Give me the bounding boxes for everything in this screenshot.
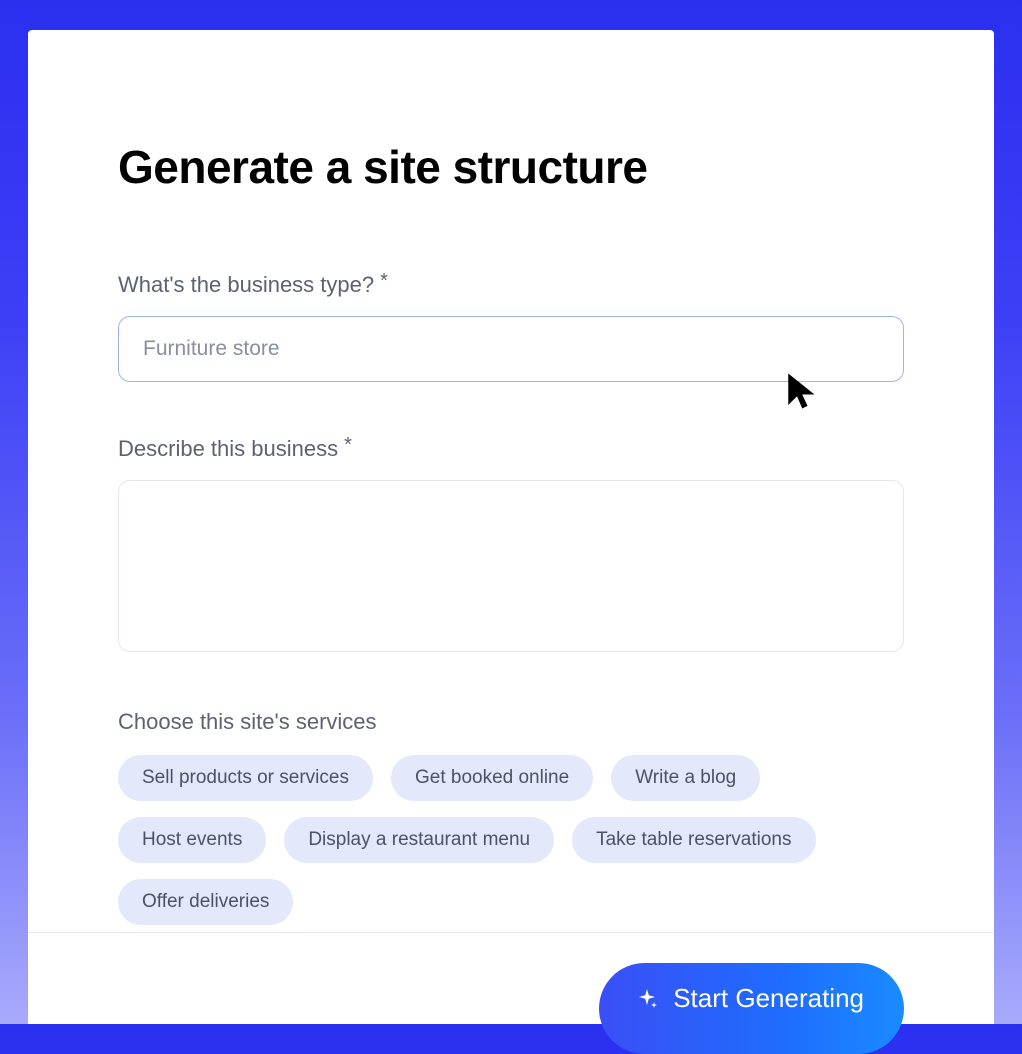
- sparkle-icon: [635, 987, 659, 1011]
- chip-get-booked[interactable]: Get booked online: [391, 755, 593, 801]
- describe-input[interactable]: [118, 480, 904, 652]
- chip-sell-products[interactable]: Sell products or services: [118, 755, 373, 801]
- describe-label: Describe this business *: [118, 436, 904, 462]
- business-type-input[interactable]: [118, 316, 904, 382]
- chip-table-reservations[interactable]: Take table reservations: [572, 817, 815, 863]
- chip-host-events[interactable]: Host events: [118, 817, 266, 863]
- footer-bar: Start Generating: [28, 932, 994, 1024]
- business-type-label-text: What's the business type?: [118, 272, 374, 298]
- chip-write-blog[interactable]: Write a blog: [611, 755, 760, 801]
- page-title: Generate a site structure: [118, 140, 904, 194]
- required-mark: *: [344, 434, 352, 457]
- required-mark: *: [380, 270, 388, 293]
- form-card: Generate a site structure What's the bus…: [28, 30, 994, 1024]
- start-generating-label: Start Generating: [673, 983, 864, 1014]
- chip-offer-deliveries[interactable]: Offer deliveries: [118, 879, 293, 925]
- service-chips: Sell products or services Get booked onl…: [118, 755, 904, 925]
- business-type-label: What's the business type? *: [118, 272, 904, 298]
- start-generating-button[interactable]: Start Generating: [599, 963, 904, 1054]
- chip-restaurant-menu[interactable]: Display a restaurant menu: [284, 817, 554, 863]
- describe-label-text: Describe this business: [118, 436, 338, 462]
- services-label: Choose this site's services: [118, 709, 904, 735]
